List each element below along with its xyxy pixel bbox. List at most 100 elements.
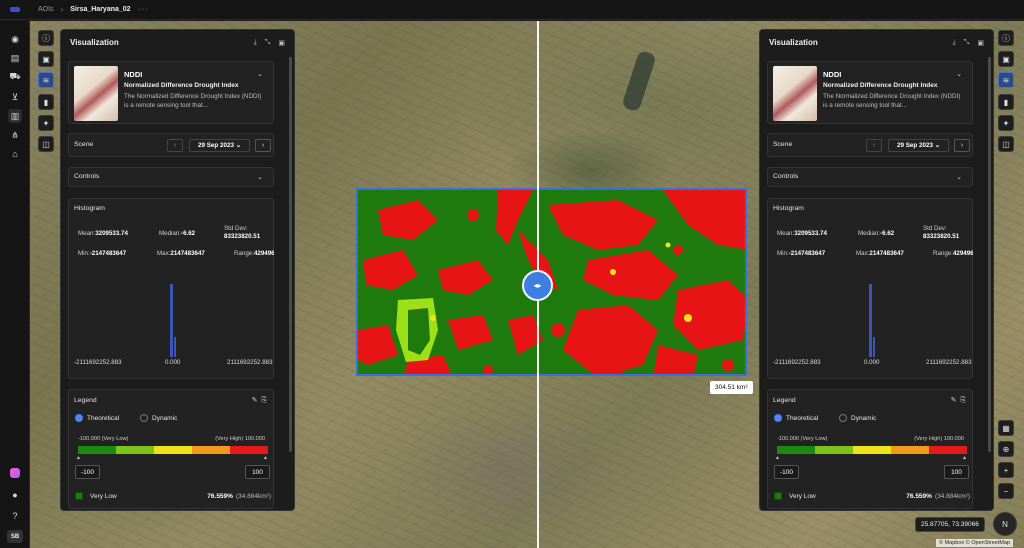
export-icon[interactable]: ⎘ — [261, 397, 267, 404]
controls-accordion[interactable]: Controls ⌄ — [767, 167, 973, 187]
chevron-down-icon[interactable]: ⌄ — [257, 70, 263, 78]
min-value-input[interactable]: -100 — [75, 465, 100, 479]
ramp-step — [815, 446, 853, 454]
download-icon[interactable]: ⤓ — [953, 39, 956, 47]
compass-icon[interactable]: ◉ — [8, 32, 22, 46]
map-attribution[interactable]: © Mapbox © OpenStreetMap — [936, 539, 1014, 547]
stat-max-value: 2147483647 — [170, 250, 205, 257]
locate-icon[interactable]: ⊕ — [998, 441, 1014, 457]
ramp-min-handle[interactable]: ▲ — [775, 455, 780, 461]
collapse-icon[interactable]: ⤡ — [265, 39, 271, 47]
legend-row-area: (34.884km²) — [235, 492, 271, 500]
ramp-min-handle[interactable]: ▲ — [76, 455, 81, 461]
radio-dynamic[interactable]: Dynamic — [140, 414, 177, 422]
stat-std-label: Std Dev: — [923, 225, 947, 232]
panel-scrollbar[interactable] — [289, 57, 292, 452]
inbox-icon[interactable]: ▤ — [8, 51, 22, 65]
bell-icon[interactable]: ● — [8, 488, 22, 502]
split-view-icon[interactable]: ◫ — [38, 136, 54, 152]
radio-dynamic[interactable]: Dynamic — [839, 414, 876, 422]
chart-icon[interactable]: ▮ — [38, 94, 54, 110]
scale-high-label: (Very High) 100.000 — [215, 436, 265, 442]
chevron-down-icon[interactable]: ⌄ — [956, 70, 962, 78]
panel-header: Visualization ⤓ ⤡ ▣ — [61, 30, 294, 55]
scale-low-label: -100.000 (Very Low) — [777, 436, 828, 442]
stat-max-value: 2147483647 — [869, 250, 904, 257]
layer-card[interactable]: NDDI Normalized Difference Drought Index… — [68, 61, 274, 124]
next-date-button[interactable]: › — [954, 139, 970, 152]
left-nav: ◉ ▤ ⛟ ⊻ ▥ ⋔ ⌂ ● ? SB — [0, 20, 30, 548]
previous-date-button[interactable]: ‹ — [866, 139, 882, 152]
ramp-max-handle[interactable]: ▲ — [962, 455, 967, 461]
stat-range-value: 4294967 — [952, 250, 973, 257]
legend-label: Legend — [773, 397, 796, 404]
zoom-in-button[interactable]: + — [998, 462, 1014, 478]
panel-scrollbar[interactable] — [988, 57, 991, 452]
app-root: AOIs › Sirsa_Haryana_02 ··· ◉ ▤ ⛟ ⊻ ▥ ⋔ … — [0, 0, 1024, 548]
stat-max-label: Max: — [157, 250, 171, 257]
chevron-down-icon[interactable]: ⌄ — [956, 173, 962, 181]
layers-icon[interactable]: ≋ — [998, 72, 1014, 88]
store-icon[interactable]: ⌂ — [8, 147, 22, 161]
visualization-panel-left: Visualization ⤓ ⤡ ▣ NDDI Normalized Diff… — [60, 29, 295, 511]
basemap-icon[interactable]: ▦ — [998, 420, 1014, 436]
app-logo[interactable] — [0, 0, 30, 20]
color-ramp[interactable] — [78, 446, 268, 454]
edit-icon[interactable]: ✎ — [252, 397, 258, 404]
help-icon[interactable]: ? — [8, 509, 22, 523]
chart-icon[interactable]: ▮ — [998, 94, 1014, 110]
image-icon[interactable]: ▣ — [38, 51, 54, 67]
max-value-input[interactable]: 100 — [944, 465, 969, 479]
next-date-button[interactable]: › — [255, 139, 271, 152]
controls-label: Controls — [74, 173, 100, 180]
histogram-bar — [170, 284, 173, 357]
stat-range: Range:4294967 — [933, 250, 973, 257]
legend-actions: ✎ ⎘ — [951, 396, 966, 405]
ramp-max-handle[interactable]: ▲ — [263, 455, 268, 461]
color-ramp[interactable] — [777, 446, 967, 454]
top-bar: AOIs › Sirsa_Haryana_02 ··· — [0, 0, 1024, 20]
more-options-button[interactable]: ··· — [139, 6, 149, 13]
sparkles-icon[interactable]: ✦ — [38, 115, 54, 131]
breadcrumb-aois[interactable]: AOIs — [38, 6, 54, 13]
swipe-handle[interactable]: ◂▸ — [522, 270, 553, 301]
stat-range-label: Range: — [933, 250, 953, 257]
min-value-input[interactable]: -100 — [774, 465, 799, 479]
chevron-down-icon[interactable]: ⌄ — [257, 173, 263, 181]
export-icon[interactable]: ⎘ — [960, 397, 966, 404]
collapse-icon[interactable]: ⤡ — [964, 39, 970, 47]
download-icon[interactable]: ⤓ — [254, 39, 257, 47]
very-low-swatch — [774, 492, 782, 500]
previous-date-button[interactable]: ‹ — [167, 139, 183, 152]
radio-theoretical[interactable]: Theoretical — [774, 414, 818, 422]
histogram-card: Histogram Mean:3209533.74 Median:-6.62 S… — [68, 198, 274, 379]
share-icon[interactable]: ⋔ — [8, 128, 22, 142]
legend-label: Legend — [74, 397, 97, 404]
controls-accordion[interactable]: Controls ⌄ — [68, 167, 274, 187]
split-view-icon[interactable]: ◫ — [998, 136, 1014, 152]
date-select[interactable]: 29 Sep 2023 ⌄ — [888, 139, 949, 152]
compass-button[interactable]: N — [993, 512, 1017, 536]
avatar[interactable]: SB — [7, 530, 23, 543]
date-select[interactable]: 29 Sep 2023 ⌄ — [189, 139, 250, 152]
layer-card[interactable]: NDDI Normalized Difference Drought Index… — [767, 61, 973, 124]
radio-theoretical[interactable]: Theoretical — [75, 414, 119, 422]
info-icon[interactable]: ⓘ — [38, 30, 54, 46]
image-icon[interactable]: ▣ — [998, 51, 1014, 67]
date-value: 29 Sep 2023 — [896, 142, 934, 149]
sparkles-icon[interactable]: ✦ — [998, 115, 1014, 131]
panel-layout-icon[interactable]: ▣ — [977, 39, 984, 47]
map-icon[interactable]: ▥ — [8, 109, 22, 123]
radio-theoretical-label: Theoretical — [786, 414, 819, 422]
cart-icon[interactable]: ⊻ — [8, 90, 22, 104]
info-icon[interactable]: ⓘ — [998, 30, 1014, 46]
panel-layout-icon[interactable]: ▣ — [278, 39, 285, 47]
truck-icon[interactable]: ⛟ — [8, 70, 22, 84]
edit-icon[interactable]: ✎ — [951, 397, 957, 404]
app-switcher-icon[interactable] — [10, 468, 20, 478]
zoom-out-button[interactable]: − — [998, 483, 1014, 499]
coordinates-readout: 25.87705, 73.39066 — [915, 517, 985, 532]
layers-icon[interactable]: ≋ — [38, 72, 54, 88]
stat-min: Min:-2147483647 — [78, 250, 126, 257]
max-value-input[interactable]: 100 — [245, 465, 270, 479]
